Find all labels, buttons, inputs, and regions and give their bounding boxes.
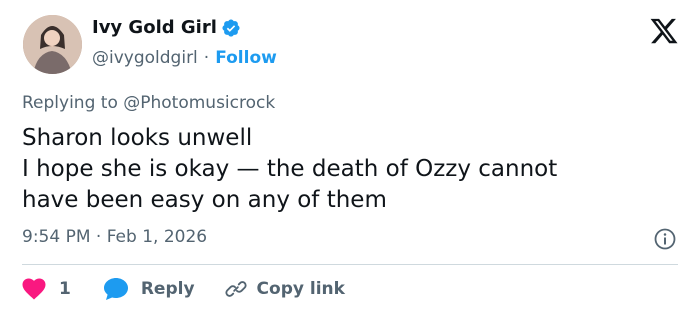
author-handle-row: @ivygoldgirl · Follow	[92, 48, 277, 68]
avatar[interactable]	[23, 15, 82, 74]
author-display-name[interactable]: Ivy Gold Girl	[92, 17, 217, 38]
tweet-timestamp[interactable]: 9:54 PM · Feb 1, 2026	[22, 227, 207, 247]
heart-icon	[22, 278, 46, 300]
separator-dot: ·	[203, 48, 210, 68]
like-count: 1	[59, 279, 71, 299]
copy-link-button[interactable]: Copy link	[224, 278, 345, 300]
reply-button[interactable]: Reply	[103, 277, 195, 301]
verified-badge-icon	[222, 18, 240, 37]
reply-label: Reply	[140, 279, 195, 299]
info-icon[interactable]	[653, 227, 677, 251]
action-bar: 1 Reply Copy link	[22, 277, 345, 301]
x-logo-icon[interactable]	[649, 16, 679, 46]
link-icon	[224, 281, 247, 297]
author-name-row: Ivy Gold Girl	[92, 17, 241, 38]
tweet-line: Sharon looks unwell	[22, 125, 253, 151]
divider	[22, 264, 678, 265]
replying-to: Replying to @Photomusicrock	[22, 93, 275, 113]
like-button[interactable]: 1	[22, 278, 71, 300]
tweet-text: Sharon looks unwell I hope she is okay —…	[22, 123, 682, 216]
tweet-line: have been easy on any of them	[22, 187, 387, 213]
replying-to-mention[interactable]: @Photomusicrock	[123, 93, 275, 113]
follow-button[interactable]: Follow	[215, 48, 277, 68]
copy-link-label: Copy link	[256, 279, 345, 299]
reply-bubble-icon	[103, 278, 128, 300]
replying-to-prefix: Replying to	[22, 93, 124, 113]
tweet-line: I hope she is okay — the death of Ozzy c…	[22, 156, 558, 182]
author-handle[interactable]: @ivygoldgirl	[92, 48, 198, 68]
